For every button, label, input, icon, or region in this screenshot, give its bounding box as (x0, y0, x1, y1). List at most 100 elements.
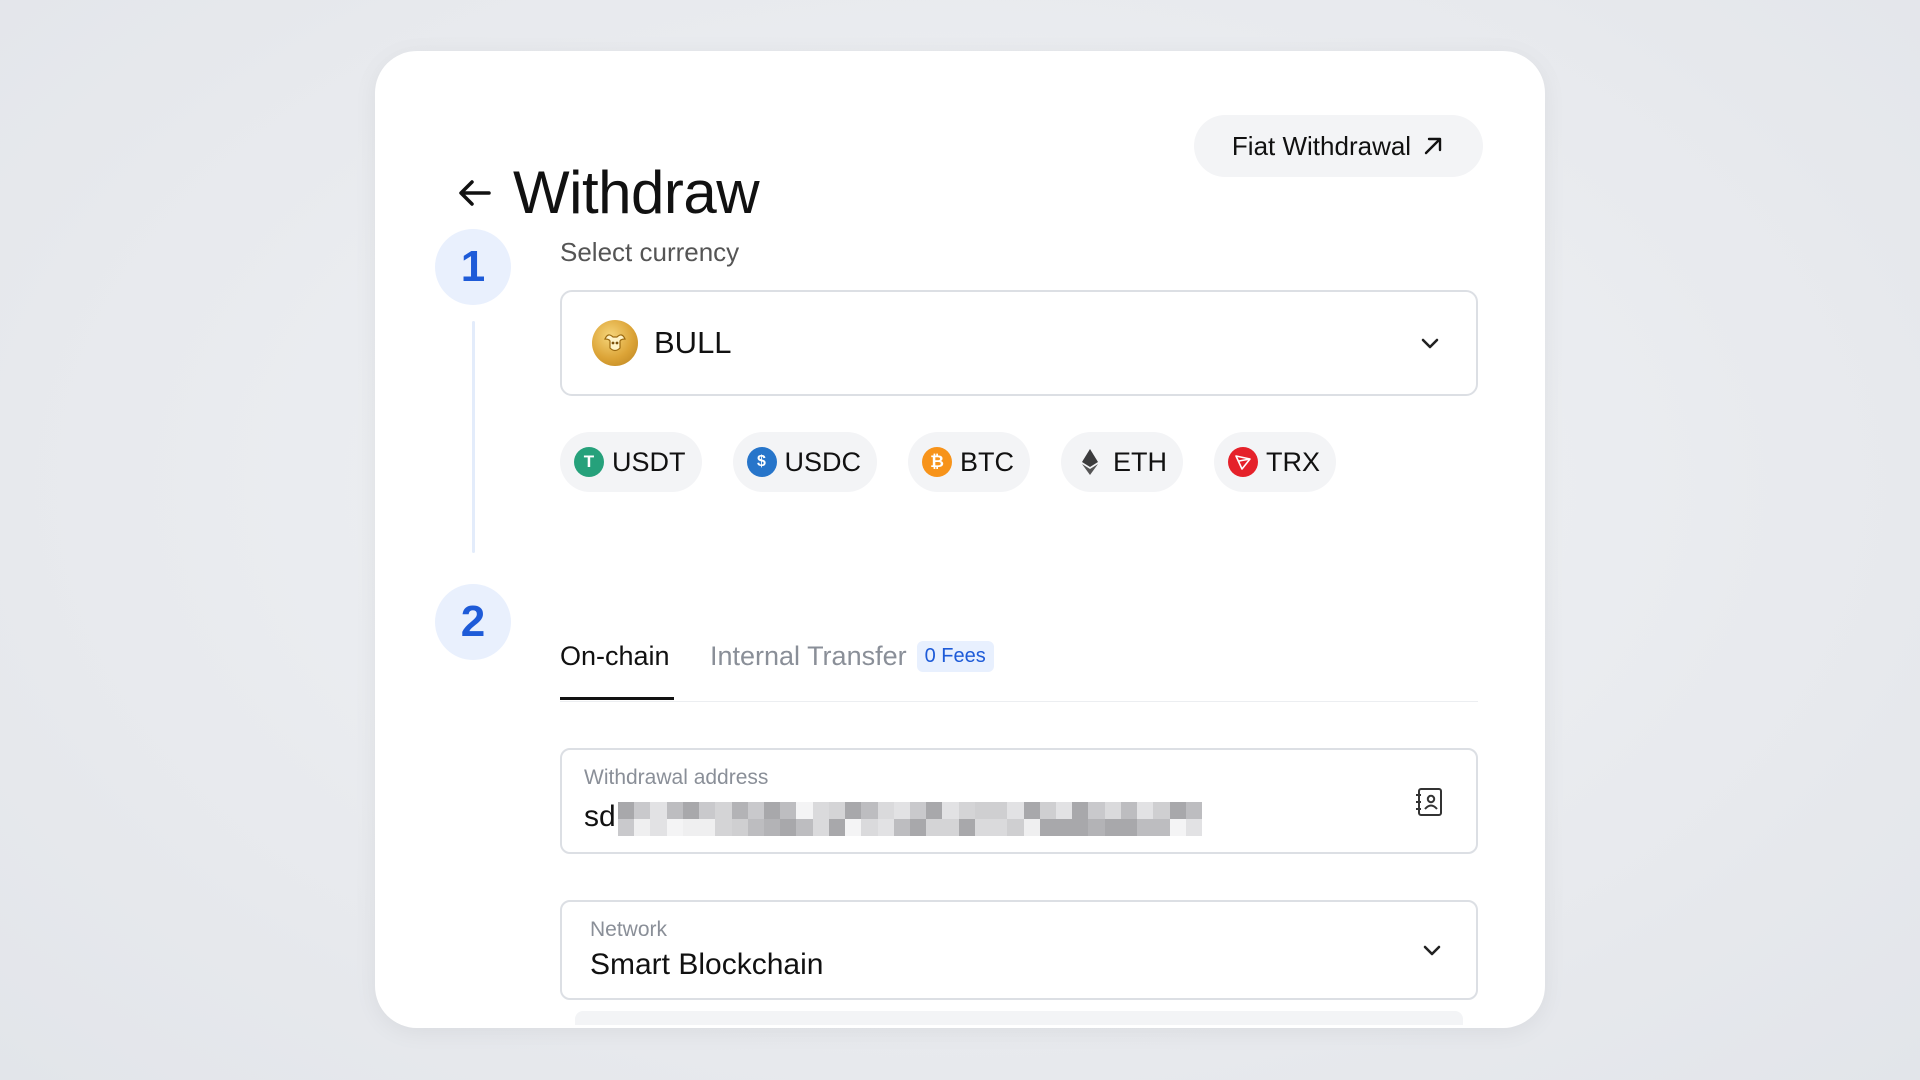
redaction-pixel (845, 802, 862, 819)
chip-label: BTC (960, 446, 1015, 477)
network-value: Smart Blockchain (590, 948, 824, 981)
redaction-pixel (634, 819, 651, 836)
redaction-pixel (893, 819, 910, 836)
chip-usdc[interactable]: $ USDC (732, 432, 878, 492)
redaction-pixel (1055, 802, 1073, 819)
redaction-pixel (828, 802, 846, 819)
back-button[interactable] (453, 171, 497, 215)
redaction-pixel (796, 819, 813, 836)
redaction-pixel (666, 819, 683, 836)
chevron-down-icon (1422, 940, 1442, 960)
redaction-pixel (812, 819, 829, 836)
redaction-pixel (812, 802, 829, 819)
redaction-pixel (942, 802, 959, 819)
redaction-pixel (828, 819, 846, 836)
external-link-arrow-icon (1424, 137, 1442, 155)
redaction-pixel (845, 819, 862, 836)
redaction-pixel (763, 802, 781, 819)
redaction-pixel (699, 802, 716, 819)
redaction-pixel (747, 819, 764, 836)
withdrawal-address-field[interactable]: Withdrawal address sd (560, 748, 1478, 854)
chip-trx[interactable]: TRX (1214, 432, 1337, 492)
quick-currency-chips: T USDT $ USDC ₿ BTC ETH TRX (560, 432, 1337, 492)
chip-label: USDC (784, 446, 862, 477)
page-title: Withdraw (513, 159, 760, 226)
redaction-pixel (618, 819, 635, 836)
usdc-icon: $ (746, 447, 777, 477)
redaction-pixel (942, 819, 959, 836)
redaction-pixel (958, 802, 975, 819)
redaction-pixel (1185, 819, 1202, 836)
redaction-pixel (1120, 802, 1138, 819)
redaction-pixel (1104, 802, 1121, 819)
address-book-icon[interactable] (1414, 786, 1446, 818)
bull-coin-icon (592, 320, 638, 366)
redaction-pixel (1023, 819, 1040, 836)
tab-internal-transfer[interactable]: Internal Transfer 0 Fees (710, 641, 994, 672)
redaction-pixel (1072, 802, 1089, 819)
tether-icon: T (574, 447, 604, 477)
redaction-pixel (747, 802, 764, 819)
redacted-address (618, 802, 1202, 836)
zero-fees-badge: 0 Fees (916, 641, 994, 672)
redaction-pixel (909, 819, 927, 836)
step-1-badge: 1 (435, 229, 511, 305)
tron-icon (1228, 447, 1259, 477)
redaction-pixel (1088, 819, 1105, 836)
redaction-pixel (893, 802, 910, 819)
redaction-pixel (877, 802, 894, 819)
chip-label: ETH (1113, 446, 1168, 477)
redaction-pixel (926, 802, 943, 819)
chip-btc[interactable]: ₿ BTC (908, 432, 1031, 492)
transfer-type-tabs: On-chain Internal Transfer 0 Fees (560, 631, 1478, 702)
network-dropdown[interactable]: Network Smart Blockchain (560, 900, 1478, 1000)
chip-usdt[interactable]: T USDT (560, 432, 702, 492)
redaction-pixel (682, 819, 700, 836)
redaction-pixel (1039, 819, 1056, 836)
redaction-pixel (1169, 819, 1186, 836)
redaction-pixel (1137, 819, 1154, 836)
redaction-pixel (715, 819, 732, 836)
fiat-withdrawal-button[interactable]: Fiat Withdrawal (1194, 115, 1483, 177)
redaction-pixel (1120, 819, 1138, 836)
redaction-pixel (1185, 802, 1202, 819)
redaction-pixel (715, 802, 732, 819)
redaction-pixel (877, 819, 894, 836)
step-2-badge: 2 (435, 584, 511, 660)
redaction-pixel (796, 802, 813, 819)
redaction-pixel (731, 819, 748, 836)
chip-label: USDT (612, 446, 686, 477)
network-label: Network (590, 918, 668, 941)
redaction-pixel (974, 819, 992, 836)
withdrawal-address-value: sd (584, 800, 616, 833)
next-section-edge (575, 1011, 1463, 1025)
chip-label: TRX (1266, 446, 1321, 477)
ethereum-icon (1075, 447, 1105, 477)
currency-dropdown[interactable]: BULL (560, 290, 1478, 396)
redaction-pixel (1088, 802, 1105, 819)
redaction-pixel (763, 819, 781, 836)
chip-eth[interactable]: ETH (1061, 432, 1184, 492)
selected-currency: BULL (654, 325, 732, 360)
redaction-pixel (1153, 819, 1170, 836)
redaction-pixel (650, 819, 667, 836)
tab-on-chain[interactable]: On-chain (560, 641, 670, 672)
redaction-pixel (780, 819, 797, 836)
redaction-pixel (1104, 819, 1121, 836)
redaction-pixel (1023, 802, 1040, 819)
active-tab-indicator (560, 697, 674, 700)
redaction-pixel (861, 802, 878, 819)
redaction-pixel (958, 819, 975, 836)
redaction-pixel (1072, 819, 1089, 836)
redaction-pixel (909, 802, 927, 819)
redaction-pixel (634, 802, 651, 819)
redaction-pixel (699, 819, 716, 836)
redaction-pixel (666, 802, 683, 819)
withdrawal-address-label: Withdrawal address (584, 766, 769, 789)
redaction-pixel (618, 802, 635, 819)
redaction-pixel (1153, 802, 1170, 819)
redaction-pixel (991, 819, 1008, 836)
bitcoin-icon: ₿ (922, 447, 953, 477)
redaction-pixel (974, 802, 992, 819)
redaction-pixel (1055, 819, 1073, 836)
